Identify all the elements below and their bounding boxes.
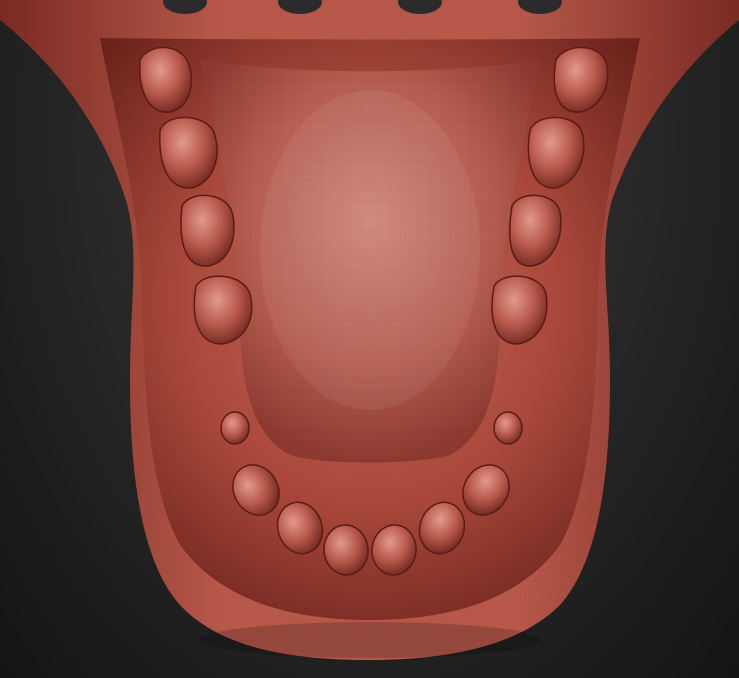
- tooth-r5: [493, 411, 523, 445]
- tooth-l5: [220, 411, 250, 445]
- jaw-render: [0, 0, 739, 660]
- tooth-l2: [159, 116, 218, 189]
- viewport: [0, 0, 739, 678]
- tooth-l4: [193, 275, 253, 345]
- tooth-l3: [180, 194, 235, 267]
